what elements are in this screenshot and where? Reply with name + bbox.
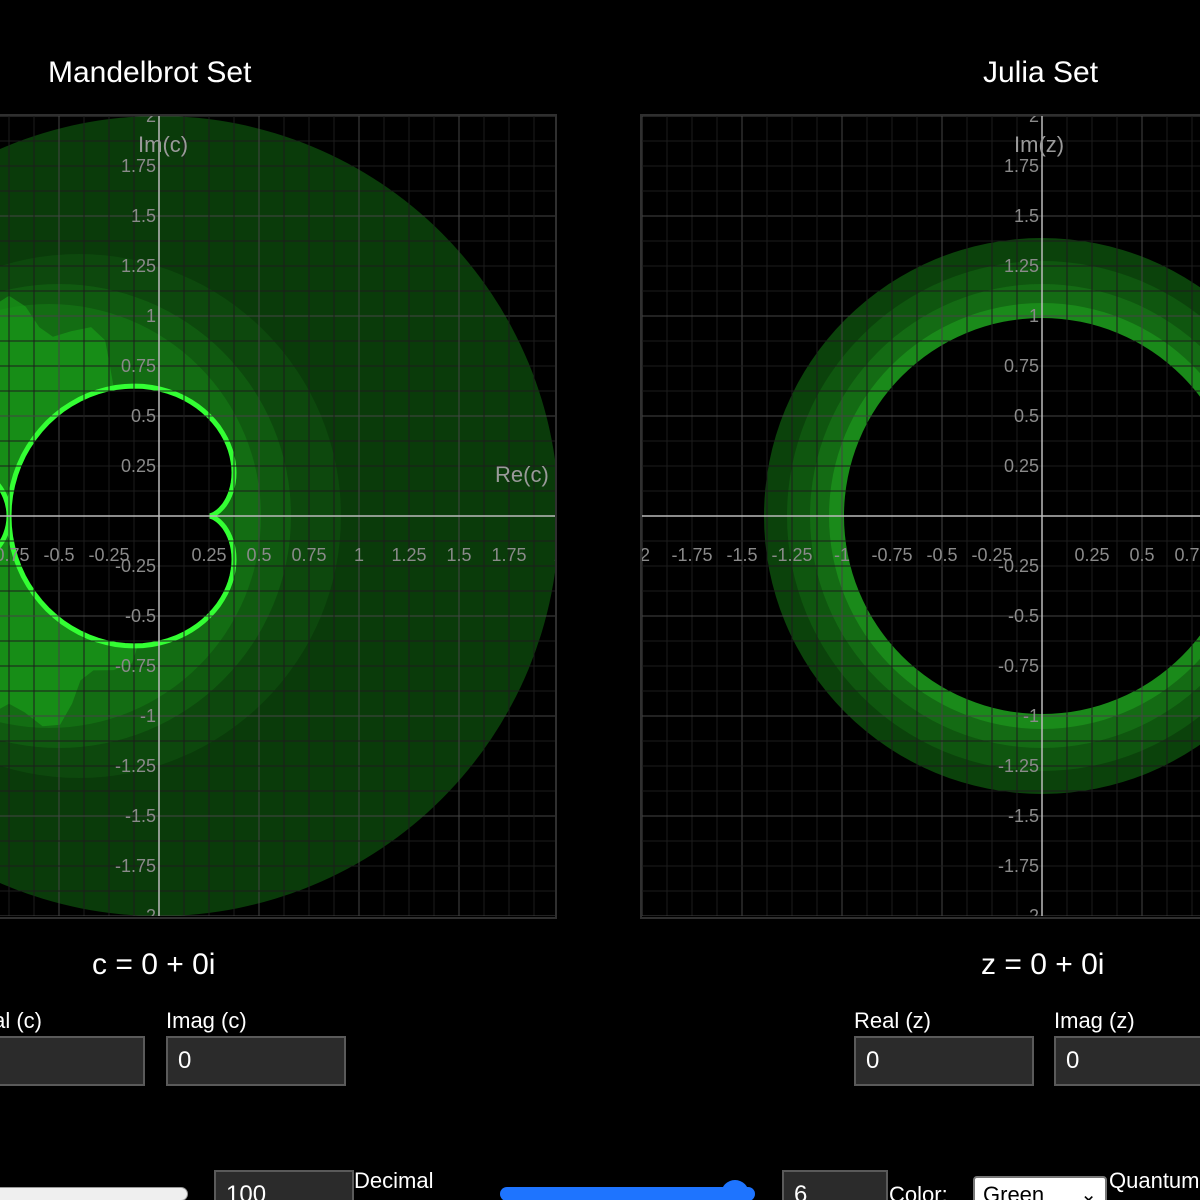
julia-x-tick-label: -1.75 bbox=[671, 545, 712, 565]
julia-title: Julia Set bbox=[983, 56, 1099, 89]
mandelbrot-re-axis-label: Re(c) bbox=[495, 462, 549, 487]
mandelbrot-y-tick-label: -2 bbox=[140, 906, 156, 916]
mandelbrot-y-tick-label: 0.25 bbox=[121, 456, 156, 476]
color-select-value: Green bbox=[983, 1182, 1045, 1200]
julia-y-tick-label: -1.75 bbox=[998, 856, 1039, 876]
mandelbrot-y-tick-label: 2 bbox=[146, 116, 156, 126]
julia-y-tick-label: -0.75 bbox=[998, 656, 1039, 676]
mandelbrot-im-axis-label: Im(c) bbox=[138, 132, 188, 157]
mandelbrot-readout: c = 0 + 0i bbox=[92, 948, 216, 981]
color-label: Color: bbox=[889, 1182, 948, 1200]
julia-im-axis-label: Im(z) bbox=[1014, 132, 1064, 157]
julia-plot[interactable]: -2 -1.75 -1.5 -1.25 -1 -0.75 -0.5 -0.25 0.25 0.5 0… bbox=[642, 116, 1200, 916]
mandelbrot-imag-label: Imag (c) bbox=[166, 1008, 247, 1033]
julia-y-tick-label: 1 bbox=[1029, 306, 1039, 326]
julia-y-tick-label: 1.5 bbox=[1014, 206, 1039, 226]
color-select[interactable]: Green ⌄ bbox=[973, 1176, 1107, 1200]
julia-y-tick-label: 0.25 bbox=[1004, 456, 1039, 476]
julia-y-tick-label: -1.5 bbox=[1008, 806, 1039, 826]
julia-x-tick-label: -0.75 bbox=[871, 545, 912, 565]
julia-canvas[interactable]: -2 -1.75 -1.5 -1.25 -1 -0.75 -0.5 -0.25 0.25 0.5 0… bbox=[640, 114, 1200, 919]
julia-imag-label: Imag (z) bbox=[1054, 1008, 1135, 1033]
mandelbrot-y-tick-label: 1.75 bbox=[121, 156, 156, 176]
mandelbrot-plot[interactable]: -2 -1.75 -1.5 -1.25 -1 -0.75 -0.5 -0.25 0.25 0.5 0… bbox=[0, 116, 557, 916]
julia-y-tick-label: -0.25 bbox=[998, 556, 1039, 576]
julia-x-tick-label: 0.75 bbox=[1174, 545, 1200, 565]
julia-real-label: Real (z) bbox=[854, 1008, 932, 1033]
mandelbrot-x-tick-label: 0.25 bbox=[191, 545, 226, 565]
quantum-label: Quantum bbox=[1109, 1168, 1200, 1193]
mandelbrot-y-tick-label: -0.75 bbox=[115, 656, 156, 676]
decimal-slider[interactable] bbox=[500, 1187, 755, 1200]
julia-y-tick-label: 1.25 bbox=[1004, 256, 1039, 276]
julia-grid bbox=[642, 116, 1200, 916]
mandelbrot-x-tick-label: 1 bbox=[354, 545, 364, 565]
mandelbrot-imag-input[interactable] bbox=[166, 1036, 346, 1086]
julia-x-tick-label: 0.25 bbox=[1074, 545, 1109, 565]
mandelbrot-y-tick-label: 0.75 bbox=[121, 356, 156, 376]
julia-x-tick-label: -2 bbox=[642, 545, 650, 565]
julia-y-tick-label: 1.75 bbox=[1004, 156, 1039, 176]
mandelbrot-x-tick-label: 2 bbox=[554, 545, 557, 565]
mandelbrot-real-input[interactable] bbox=[0, 1036, 145, 1086]
mandelbrot-y-tick-label: 0.5 bbox=[131, 406, 156, 426]
fractal-explorer: Mandelbrot Set -2 -1.75 -1.5 -1.25 -1 -0.75 -0… bbox=[0, 0, 1200, 1200]
mandelbrot-real-label: Real (c) bbox=[0, 1008, 43, 1033]
julia-y-tick-label: 0.5 bbox=[1014, 406, 1039, 426]
mandelbrot-y-tick-label: -1.25 bbox=[115, 756, 156, 776]
julia-y-tick-label: 2 bbox=[1029, 116, 1039, 126]
iterations-slider[interactable] bbox=[0, 1187, 188, 1200]
julia-readout: z = 0 + 0i bbox=[981, 948, 1105, 981]
julia-y-tick-label: 0.75 bbox=[1004, 356, 1039, 376]
julia-x-tick-label: 0.5 bbox=[1129, 545, 1154, 565]
chevron-down-icon: ⌄ bbox=[1080, 1184, 1097, 1200]
decimal-input[interactable] bbox=[782, 1170, 888, 1200]
julia-x-tick-label: -1 bbox=[834, 545, 850, 565]
julia-y-tick-label: -1.25 bbox=[998, 756, 1039, 776]
mandelbrot-x-tick-label: -0.75 bbox=[0, 545, 30, 565]
decimal-slider-thumb[interactable] bbox=[720, 1180, 749, 1200]
julia-y-tick-label: -0.5 bbox=[1008, 606, 1039, 626]
mandelbrot-y-tick-label: 1.5 bbox=[131, 206, 156, 226]
mandelbrot-y-tick-label: 1 bbox=[146, 306, 156, 326]
mandelbrot-x-tick-label: 0.75 bbox=[291, 545, 326, 565]
mandelbrot-x-tick-label: 1.75 bbox=[491, 545, 526, 565]
mandelbrot-x-tick-label: 1.25 bbox=[391, 545, 426, 565]
julia-x-tick-label: -1.25 bbox=[771, 545, 812, 565]
mandelbrot-y-tick-label: -1.75 bbox=[115, 856, 156, 876]
mandelbrot-canvas[interactable]: -2 -1.75 -1.5 -1.25 -1 -0.75 -0.5 -0.25 0.25 0.5 0… bbox=[0, 114, 557, 919]
mandelbrot-y-tick-label: -1 bbox=[140, 706, 156, 726]
julia-x-tick-label: -0.5 bbox=[926, 545, 957, 565]
julia-imag-input[interactable] bbox=[1054, 1036, 1200, 1086]
julia-x-tick-label: -1.5 bbox=[726, 545, 757, 565]
julia-y-tick-label: -2 bbox=[1023, 906, 1039, 916]
mandelbrot-x-tick-label: 0.5 bbox=[246, 545, 271, 565]
decimal-label: Decimal bbox=[354, 1168, 434, 1193]
mandelbrot-x-tick-label: 1.5 bbox=[446, 545, 471, 565]
mandelbrot-y-tick-label: 1.25 bbox=[121, 256, 156, 276]
julia-y-tick-label: -1 bbox=[1023, 706, 1039, 726]
mandelbrot-y-tick-label: -0.25 bbox=[115, 556, 156, 576]
julia-real-input[interactable] bbox=[854, 1036, 1034, 1086]
mandelbrot-y-tick-label: -1.5 bbox=[125, 806, 156, 826]
iterations-input[interactable] bbox=[214, 1170, 354, 1200]
mandelbrot-title: Mandelbrot Set bbox=[48, 56, 252, 89]
mandelbrot-x-tick-label: -0.5 bbox=[43, 545, 74, 565]
mandelbrot-y-tick-label: -0.5 bbox=[125, 606, 156, 626]
